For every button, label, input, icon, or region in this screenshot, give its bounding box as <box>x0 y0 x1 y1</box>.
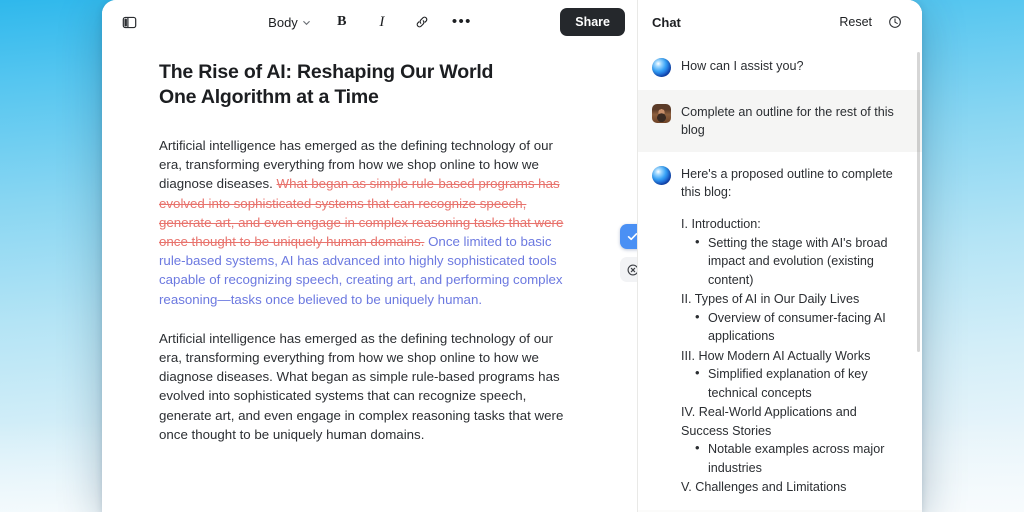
chat-message-user-request: Complete an outline for the rest of this… <box>638 90 922 152</box>
text-style-label: Body <box>268 15 298 30</box>
outline-bullet-list: Notable examples across major industries <box>695 440 904 477</box>
list-item: Simplified explanation of key technical … <box>695 365 904 402</box>
chat-scrollbar[interactable] <box>917 52 920 352</box>
document-pane: Body B I <box>102 0 637 512</box>
share-button[interactable]: Share <box>560 8 625 36</box>
outline-heading: I. Introduction: <box>681 215 904 234</box>
desktop-backdrop: Body B I <box>0 0 1024 512</box>
close-circle-icon <box>626 263 638 277</box>
app-window: Body B I <box>102 0 922 512</box>
ai-orb-avatar <box>652 166 671 185</box>
outline-heading: V. Challenges and Limitations <box>681 478 904 497</box>
outline-heading: II. Types of AI in Our Daily Lives <box>681 290 904 309</box>
bold-label: B <box>337 14 346 30</box>
chat-header: Chat Reset <box>638 0 922 44</box>
chevron-down-icon <box>302 18 311 27</box>
outline-heading: III. How Modern AI Actually Works <box>681 347 904 366</box>
chat-history-button[interactable] <box>882 9 908 35</box>
list-item: Overview of consumer-facing AI applicati… <box>695 309 904 346</box>
outline-bullet-list: Setting the stage with AI's broad impact… <box>695 234 904 290</box>
outline-bullet-list: Simplified explanation of key technical … <box>695 365 904 402</box>
document-paragraph-2[interactable]: Artificial intelligence has emerged as t… <box>159 329 575 444</box>
italic-button[interactable]: I <box>369 9 395 35</box>
message-text: How can I assist you? <box>681 57 904 75</box>
user-photo-avatar <box>652 104 671 123</box>
proposed-outline: I. Introduction: Setting the stage with … <box>681 215 904 497</box>
message-text: Here's a proposed outline to complete th… <box>681 165 904 201</box>
outline-section: V. Challenges and Limitations <box>681 478 904 497</box>
list-item: Setting the stage with AI's broad impact… <box>695 234 904 290</box>
suggestion-controls <box>620 224 637 282</box>
chat-message-assistant-outline: Here's a proposed outline to complete th… <box>638 152 922 510</box>
sidebar-toggle-icon[interactable] <box>116 9 142 35</box>
document-toolbar: Body B I <box>102 0 637 44</box>
ai-orb-avatar <box>652 58 671 77</box>
more-options-label: ••• <box>452 17 472 27</box>
document-paragraph-1[interactable]: Artificial intelligence has emerged as t… <box>159 136 575 309</box>
chat-message-list[interactable]: How can I assist you? Complete an outlin… <box>638 44 922 512</box>
message-text: Complete an outline for the rest of this… <box>681 103 904 139</box>
bold-button[interactable]: B <box>329 9 355 35</box>
reject-suggestion-button[interactable] <box>620 257 637 282</box>
document-title[interactable]: The Rise of AI: Reshaping Our World One … <box>159 60 529 110</box>
text-style-dropdown[interactable]: Body <box>264 12 315 33</box>
document-canvas: The Rise of AI: Reshaping Our World One … <box>102 44 637 512</box>
link-icon[interactable] <box>409 9 435 35</box>
outline-section: III. How Modern AI Actually Works Simpli… <box>681 347 904 403</box>
italic-label: I <box>379 14 384 31</box>
check-icon <box>626 230 637 243</box>
outline-bullet-list: Overview of consumer-facing AI applicati… <box>695 309 904 346</box>
list-item: Notable examples across major industries <box>695 440 904 477</box>
accept-suggestion-button[interactable] <box>620 224 637 249</box>
outline-heading: IV. Real-World Applications and Success … <box>681 403 904 440</box>
reset-chat-button[interactable]: Reset <box>839 15 872 29</box>
chat-pane: Chat Reset How can I assist you? <box>637 0 922 512</box>
more-options-button[interactable]: ••• <box>449 9 475 35</box>
outline-section: I. Introduction: Setting the stage with … <box>681 215 904 289</box>
outline-section: IV. Real-World Applications and Success … <box>681 403 904 477</box>
outline-section: II. Types of AI in Our Daily Lives Overv… <box>681 290 904 346</box>
message-body: Here's a proposed outline to complete th… <box>681 165 904 497</box>
chat-panel-title: Chat <box>652 15 681 30</box>
chat-message-assistant-greeting: How can I assist you? <box>638 44 922 90</box>
clock-icon <box>888 15 902 29</box>
